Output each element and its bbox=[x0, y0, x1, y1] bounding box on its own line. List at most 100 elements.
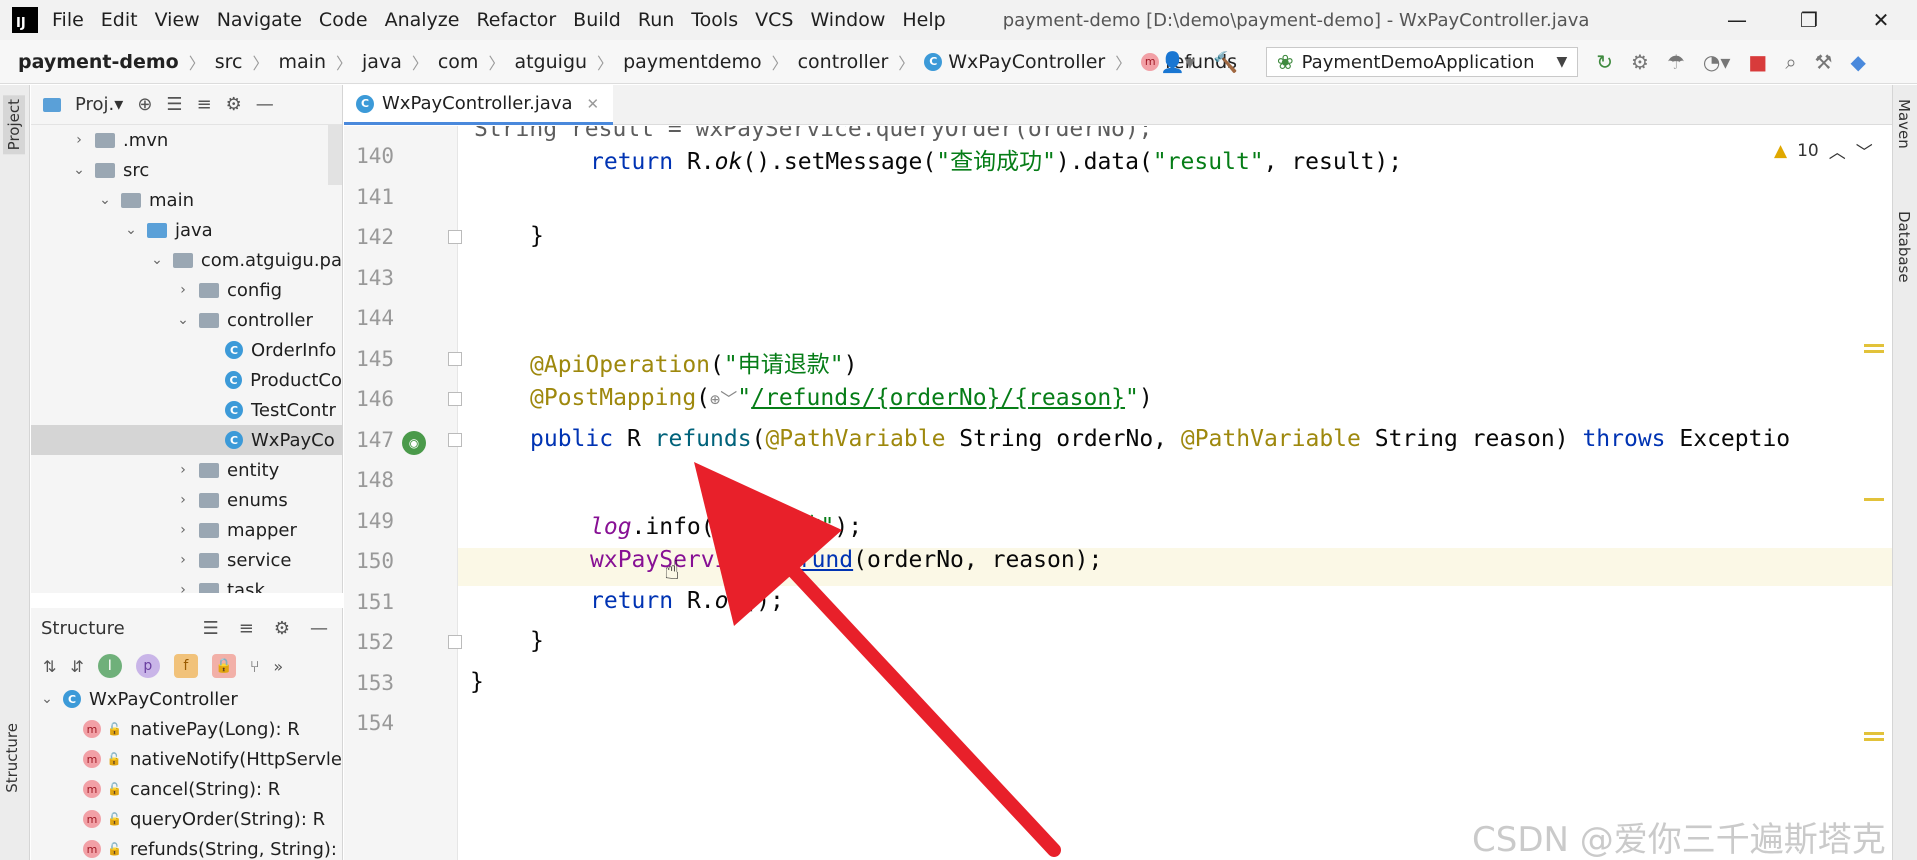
project-panel-header: Proj.▾ ⊕ ☰ ≡ ⚙ — bbox=[31, 85, 342, 125]
structure-method[interactable]: m 🔓 refunds(String, String): bbox=[31, 834, 342, 860]
code-editor[interactable]: String result = wxPayService.queryOrder(… bbox=[344, 126, 1892, 860]
menu-view[interactable]: View bbox=[155, 9, 200, 31]
menu-build[interactable]: Build bbox=[573, 9, 621, 31]
sort-alpha-icon[interactable]: ⇅ bbox=[43, 657, 56, 676]
tree-item-enums[interactable]: › enums bbox=[31, 485, 342, 515]
run-configuration-select[interactable]: ❀ PaymentDemoApplication ▼ bbox=[1265, 47, 1579, 77]
tree-item-entity[interactable]: › entity bbox=[31, 455, 342, 485]
stop-icon[interactable]: ■ bbox=[1748, 50, 1767, 74]
tree-item-orderinfo[interactable]: C OrderInfo bbox=[31, 335, 342, 365]
tree-item-mvn[interactable]: › .mvn bbox=[31, 125, 342, 155]
tab-wxpaycontroller[interactable]: C WxPayController.java ✕ bbox=[344, 85, 614, 125]
tree-item-config[interactable]: › config bbox=[31, 275, 342, 305]
tree-item-task[interactable]: › task bbox=[31, 575, 342, 593]
expand-all-icon[interactable]: ☰ bbox=[166, 94, 182, 115]
coverage-icon[interactable]: ☂ bbox=[1667, 50, 1685, 74]
gear-icon[interactable]: ⚙ bbox=[274, 618, 290, 639]
menu-tools[interactable]: Tools bbox=[691, 9, 738, 31]
watermark: CSDN @爱你三千遍斯塔克 bbox=[1472, 820, 1886, 860]
menu-help[interactable]: Help bbox=[902, 9, 945, 31]
tree-item-src[interactable]: ⌄ src bbox=[31, 155, 342, 185]
collapse-all-icon[interactable]: ≡ bbox=[239, 618, 254, 639]
structure-method-label: queryOrder(String): R bbox=[129, 808, 326, 830]
chevron-right-icon: 〉 bbox=[898, 53, 915, 73]
more-icon[interactable]: » bbox=[273, 657, 283, 676]
menu-bar: IJ File Edit View Navigate Code Analyze … bbox=[0, 0, 1917, 40]
tree-item-service[interactable]: › service bbox=[31, 545, 342, 575]
tree-item-product[interactable]: C ProductCo bbox=[31, 365, 342, 395]
debug-icon[interactable]: ⚙ bbox=[1631, 50, 1649, 74]
hide-icon[interactable]: — bbox=[310, 618, 328, 639]
structure-tool-tab[interactable]: Structure bbox=[3, 723, 21, 793]
show-non-public-icon[interactable]: 🔒 bbox=[211, 654, 236, 678]
tree-item-label: src bbox=[123, 159, 150, 181]
close-button[interactable]: ✕ bbox=[1845, 8, 1917, 32]
tree-item-controller[interactable]: ⌄ controller bbox=[31, 305, 342, 335]
menu-refactor[interactable]: Refactor bbox=[476, 9, 556, 31]
database-tool-tab[interactable]: Database bbox=[1895, 211, 1913, 283]
profile-icon[interactable]: ◔▾ bbox=[1703, 50, 1731, 74]
tree-item-package[interactable]: ⌄ com.atguigu.pa bbox=[31, 245, 342, 275]
structure-method[interactable]: m 🔓 nativeNotify(HttpServle bbox=[31, 744, 342, 774]
chevron-right-icon: › bbox=[180, 582, 186, 593]
chevron-right-icon: › bbox=[180, 282, 186, 298]
menu-code[interactable]: Code bbox=[319, 9, 368, 31]
user-icon[interactable]: 👤▾ bbox=[1160, 50, 1195, 74]
filter-icon[interactable]: ⑂ bbox=[250, 657, 260, 676]
expand-all-icon[interactable]: ☰ bbox=[203, 618, 219, 639]
tree-item-label: .mvn bbox=[123, 129, 169, 151]
show-inherited-icon[interactable]: I bbox=[97, 654, 122, 678]
gear-icon[interactable]: ⚙ bbox=[226, 94, 242, 115]
show-fields-icon[interactable]: f bbox=[173, 654, 198, 678]
menu-edit[interactable]: Edit bbox=[101, 9, 138, 31]
maven-tool-tab[interactable]: Maven bbox=[1895, 99, 1913, 149]
show-properties-icon[interactable]: p bbox=[135, 654, 160, 678]
menu-analyze[interactable]: Analyze bbox=[385, 9, 460, 31]
hide-icon[interactable]: — bbox=[256, 94, 274, 115]
jetbrains-toolbox-icon[interactable]: ◆ bbox=[1850, 50, 1865, 74]
structure-method[interactable]: m 🔓 cancel(String): R bbox=[31, 774, 342, 804]
structure-method[interactable]: m 🔓 queryOrder(String): R bbox=[31, 804, 342, 834]
sort-visibility-icon[interactable]: ⇵ bbox=[70, 657, 83, 676]
tree-item-wxpay[interactable]: C WxPayCo bbox=[31, 425, 342, 455]
class-icon: C bbox=[63, 690, 81, 708]
breadcrumb-controller[interactable]: controller bbox=[798, 51, 889, 73]
breadcrumb-src[interactable]: src bbox=[215, 51, 243, 73]
breadcrumb-project[interactable]: payment-demo bbox=[18, 51, 179, 73]
chevron-right-icon: › bbox=[180, 492, 186, 508]
breadcrumb-class[interactable]: C WxPayController bbox=[924, 51, 1105, 73]
breadcrumb-java[interactable]: java bbox=[362, 51, 402, 73]
tree-item-mapper[interactable]: › mapper bbox=[31, 515, 342, 545]
menu-file[interactable]: File bbox=[52, 9, 84, 31]
minimize-button[interactable]: — bbox=[1701, 8, 1773, 32]
project-view-select[interactable]: Proj.▾ bbox=[75, 94, 123, 115]
maximize-button[interactable]: ❐ bbox=[1773, 8, 1845, 32]
close-tab-icon[interactable]: ✕ bbox=[587, 95, 600, 113]
project-tool-tab[interactable]: Project bbox=[3, 95, 25, 155]
rerun-icon[interactable]: ↻ bbox=[1596, 50, 1613, 74]
breadcrumb-main[interactable]: main bbox=[279, 51, 326, 73]
tree-item-main[interactable]: ⌄ main bbox=[31, 185, 342, 215]
run-toolbar: 👤▾ 🔨 ❀ PaymentDemoApplication ▼ ↻ ⚙ ☂ ◔▾… bbox=[1160, 40, 1866, 84]
settings-icon[interactable]: ⚒ bbox=[1815, 50, 1833, 74]
locate-icon[interactable]: ⊕ bbox=[137, 94, 152, 115]
spring-boot-icon: ❀ bbox=[1276, 50, 1294, 74]
search-icon[interactable]: ⌕ bbox=[1785, 50, 1796, 74]
structure-panel-header: Structure ☰ ≡ ⚙ — bbox=[31, 608, 342, 648]
method-icon: m bbox=[1141, 52, 1160, 71]
tree-item-label: task bbox=[227, 579, 265, 594]
breadcrumb-paymentdemo[interactable]: paymentdemo bbox=[623, 51, 762, 73]
build-hammer-icon[interactable]: 🔨 bbox=[1213, 50, 1238, 74]
structure-method[interactable]: m 🔓 nativePay(Long): R bbox=[31, 714, 342, 744]
tree-item-test[interactable]: C TestContr bbox=[31, 395, 342, 425]
breadcrumb-com[interactable]: com bbox=[438, 51, 479, 73]
menu-run[interactable]: Run bbox=[638, 9, 674, 31]
structure-root[interactable]: ⌄ C WxPayController bbox=[31, 684, 342, 714]
menu-vcs[interactable]: VCS bbox=[755, 9, 793, 31]
method-icon: m bbox=[83, 780, 101, 798]
tree-item-java[interactable]: ⌄ java bbox=[31, 215, 342, 245]
breadcrumb-atguigu[interactable]: atguigu bbox=[514, 51, 587, 73]
menu-navigate[interactable]: Navigate bbox=[217, 9, 302, 31]
menu-window[interactable]: Window bbox=[810, 9, 885, 31]
collapse-all-icon[interactable]: ≡ bbox=[197, 94, 212, 115]
